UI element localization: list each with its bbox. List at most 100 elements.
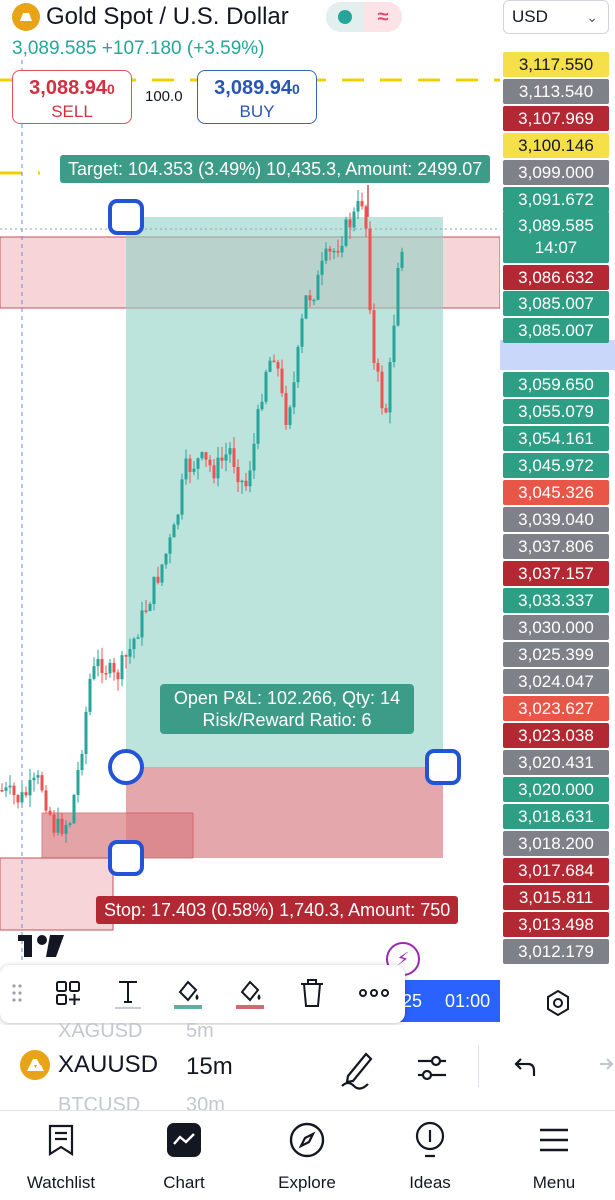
candle-body (116, 672, 120, 680)
candle-body (236, 466, 240, 483)
symbol-selector[interactable]: XAUUSD (20, 1050, 158, 1080)
candle-body (148, 603, 152, 611)
undo-icon[interactable] (508, 1052, 540, 1084)
candle-body (84, 711, 88, 755)
price-scale-label: 3,054.161 (503, 426, 609, 451)
candle-body (376, 363, 380, 372)
change-text: +107.180 (+3.59%) (101, 38, 265, 59)
trash-icon[interactable] (292, 973, 332, 1013)
next-symbol[interactable]: BTCUSD (58, 1094, 140, 1110)
price-scale-label: 3,085.007 (503, 291, 609, 316)
indicators-sliders-icon[interactable] (414, 1050, 450, 1086)
candle-body (188, 458, 192, 472)
current-price-value: 3,089.585 (518, 216, 594, 235)
candle-body (380, 371, 384, 409)
redo-icon[interactable] (590, 1052, 615, 1084)
candle-body (68, 823, 72, 825)
candle-body (4, 787, 8, 791)
countdown-value: 14:07 (534, 238, 578, 257)
time-axis-label: 25 01:00 (400, 980, 500, 1022)
candle-body (344, 219, 348, 246)
market-status-pill[interactable]: ≈ (326, 2, 402, 32)
target-label: Target: 104.353 (3.49%) 10,435.3, Amount… (60, 155, 491, 183)
entry-handle[interactable] (108, 749, 144, 785)
candle-body (292, 382, 296, 408)
currency-value: USD (512, 7, 548, 26)
draw-pen-icon[interactable] (338, 1046, 378, 1090)
price-scale-label: 3,085.007 (503, 318, 609, 343)
prev-interval[interactable]: 5m (186, 1020, 214, 1043)
candle-body (372, 310, 376, 364)
buy-label: BUY (239, 102, 275, 121)
symbol-bar-divider (478, 1045, 479, 1087)
price-scale-label: 3,107.969 (503, 106, 609, 131)
nav-watchlist-label: Watchlist (26, 1173, 96, 1192)
candle-body (80, 754, 84, 771)
candle-body (192, 468, 196, 472)
price-scale-label: 3,045.972 (503, 453, 609, 478)
candle-body (296, 346, 300, 383)
width-handle[interactable] (425, 749, 461, 785)
prev-symbol[interactable]: XAGUSD (58, 1020, 142, 1043)
currency-select[interactable]: USD ⌄ (503, 0, 609, 34)
nav-explore[interactable]: Explore (252, 1119, 362, 1193)
candlestick-chart[interactable] (0, 0, 500, 1000)
nav-menu[interactable]: Menu (499, 1119, 609, 1193)
nav-chart[interactable]: Chart (129, 1119, 239, 1193)
line-color-icon[interactable] (230, 973, 270, 1013)
candle-body (276, 362, 280, 369)
more-options-icon[interactable] (354, 973, 394, 1013)
approx-icon: ≈ (364, 2, 402, 32)
candle-body (196, 458, 200, 469)
candle-body (184, 458, 188, 480)
drag-handle-icon[interactable] (4, 973, 30, 1013)
price-scale-label: 3,017.684 (503, 858, 609, 883)
sell-button[interactable]: 3,088.940 SELL (12, 70, 132, 124)
symbol-title[interactable]: Gold Spot / U.S. Dollar (12, 2, 289, 32)
price-scale-label: 3,099.000 (503, 160, 609, 185)
fill-color-icon[interactable] (168, 973, 208, 1013)
interval-selector[interactable]: 15m (186, 1053, 233, 1081)
candle-body (108, 662, 112, 674)
add-to-template-icon[interactable] (48, 973, 88, 1013)
price-scale-label: 3,025.399 (503, 642, 609, 667)
candle-body (124, 655, 128, 657)
sell-price-pip: 0 (107, 81, 115, 97)
bottom-nav: Watchlist Chart Explore Ideas Menu (0, 1110, 615, 1200)
bid-price-label: 3,086.632 (503, 265, 609, 290)
price-scale-label: 3,100.146 (503, 133, 609, 158)
quantity-value[interactable]: 100.0 (145, 88, 183, 105)
candle-body (76, 770, 80, 795)
nav-explore-label: Explore (278, 1173, 336, 1192)
target-handle[interactable] (108, 199, 144, 235)
menu-icon (540, 1128, 568, 1152)
gold-bars-icon (20, 1050, 50, 1080)
candle-body (364, 206, 368, 229)
text-tool-icon[interactable] (108, 973, 148, 1013)
candle-body (36, 775, 40, 778)
price-scale-label: 3,045.326 (503, 480, 609, 505)
nav-watchlist[interactable]: Watchlist (6, 1119, 116, 1193)
price-scale-label: 3,059.650 (503, 372, 609, 397)
candle-body (28, 780, 32, 796)
candle-body (8, 785, 12, 788)
candle-body (272, 360, 276, 363)
price-scale-highlight (500, 340, 615, 370)
candle-body (92, 666, 96, 679)
candle-body (128, 649, 132, 657)
nav-ideas[interactable]: Ideas (375, 1119, 485, 1193)
candle-body (288, 407, 292, 425)
explore-icon (289, 1122, 325, 1158)
stop-label: Stop: 17.403 (0.58%) 1,740.3, Amount: 75… (96, 896, 459, 924)
candle-body (252, 443, 256, 471)
chart-area[interactable]: Gold Spot / U.S. Dollar 3,089.585 +107.1… (0, 0, 500, 1000)
candle-body (212, 465, 216, 479)
candle-body (176, 514, 180, 525)
stop-handle[interactable] (108, 840, 144, 876)
candle-body (244, 480, 248, 487)
next-interval[interactable]: 30m (186, 1094, 225, 1110)
price-scale-label: 3,113.540 (503, 79, 609, 104)
symbol-text: XAUUSD (58, 1051, 159, 1078)
settings-hex-icon[interactable] (540, 985, 576, 1021)
buy-button[interactable]: 3,089.940 BUY (197, 70, 317, 124)
